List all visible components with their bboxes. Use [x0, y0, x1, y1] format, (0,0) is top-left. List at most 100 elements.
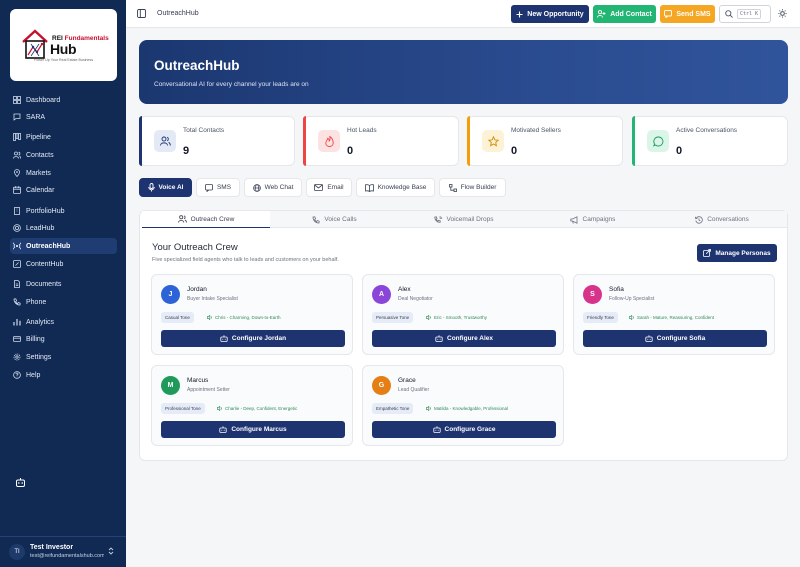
users-icon — [13, 151, 21, 159]
sidebar-item-label: Markets — [26, 169, 51, 177]
manage-personas-button[interactable]: Manage Personas — [697, 244, 777, 262]
sidebar-item-documents[interactable]: Documents — [10, 276, 117, 292]
robot-icon — [220, 335, 228, 342]
external-edit-icon — [703, 249, 712, 257]
configure-marcus-button[interactable]: Configure Marcus — [161, 421, 345, 438]
tab-label: Outreach Crew — [190, 215, 235, 223]
brand-logo[interactable]: REI Fundamentals Hub Power Up Your Real … — [10, 9, 117, 81]
hero-subtitle: Conversational AI for every channel your… — [154, 81, 309, 88]
sidebar-item-leadhub[interactable]: LeadHub — [10, 220, 117, 236]
sidebar-item-sara[interactable]: SARA — [10, 109, 117, 125]
robot-icon — [15, 477, 25, 487]
agent-card-sofia: S Sofia Follow-Up Specialist Friendly To… — [573, 274, 775, 355]
tone-badge: Friendly Tone — [583, 312, 618, 323]
agent-role: Deal Negotiator — [398, 296, 433, 302]
assistant-bot-button[interactable] — [9, 473, 31, 491]
add-contact-button[interactable]: Add Contact — [593, 5, 656, 23]
sidebar-item-analytics[interactable]: Analytics — [10, 314, 117, 330]
stat-motivated-sellers: Motivated Sellers 0 — [467, 116, 623, 166]
channel-email[interactable]: Email — [306, 178, 352, 197]
sidebar-item-billing[interactable]: Billing — [10, 331, 117, 347]
sidebar-item-label: SARA — [26, 113, 46, 121]
sun-icon[interactable] — [778, 9, 787, 18]
stat-accent — [632, 116, 635, 166]
agent-role: Follow-Up Specialist — [609, 296, 655, 302]
sidebar-item-contenthub[interactable]: ContentHub — [10, 256, 117, 272]
channel-label: Email — [327, 184, 344, 191]
channel-web-chat[interactable]: Web Chat — [244, 178, 302, 197]
agent-card-alex: A Alex Deal Negotiator Persuasive Tone E… — [362, 274, 564, 355]
sidebar-item-calendar[interactable]: Calendar — [10, 182, 117, 198]
tab-voicemail-drops[interactable]: Voicemail Drops — [399, 211, 528, 228]
voice-badge: Charlie - Deep, Confident, Energetic — [217, 403, 297, 414]
sidebar-item-phone[interactable]: Phone — [10, 294, 117, 310]
sidebar-item-contacts[interactable]: Contacts — [10, 147, 117, 163]
user-name: Test Investor — [30, 544, 74, 551]
channel-knowledge-base[interactable]: Knowledge Base — [356, 178, 435, 197]
target-icon — [13, 224, 21, 232]
stat-label: Active Conversations — [676, 127, 738, 134]
user-menu[interactable]: TI Test Investor test@reifundamentalshub… — [0, 536, 126, 567]
avatar: TI — [9, 544, 25, 560]
search-icon — [725, 10, 733, 18]
volume-icon — [207, 315, 212, 320]
sidebar-item-markets[interactable]: Markets — [10, 165, 117, 181]
sidebar-item-label: Documents — [26, 280, 62, 288]
send-sms-label: Send SMS — [676, 10, 711, 18]
new-opportunity-button[interactable]: New Opportunity — [511, 5, 589, 23]
configure-jordan-button[interactable]: Configure Jordan — [161, 330, 345, 347]
sidebar-toggle-icon[interactable] — [137, 9, 146, 18]
voicemail-icon — [433, 215, 442, 223]
sidebar-item-help[interactable]: Help — [10, 367, 117, 383]
sidebar-item-settings[interactable]: Settings — [10, 349, 117, 365]
tab-label: Campaigns — [582, 216, 616, 223]
channel-sms[interactable]: SMS — [196, 178, 240, 197]
tab-campaigns[interactable]: Campaigns — [528, 211, 657, 228]
sidebar-item-label: Settings — [26, 353, 52, 361]
channel-flow-builder[interactable]: Flow Builder — [439, 178, 506, 197]
sidebar-item-label: Pipeline — [26, 133, 51, 141]
robot-icon — [219, 426, 227, 433]
sidebar-item-label: LeadHub — [26, 224, 55, 232]
channel-label: Flow Builder — [460, 184, 497, 191]
agent-role: Buyer Intake Specialist — [187, 296, 238, 302]
configure-grace-button[interactable]: Configure Grace — [372, 421, 556, 438]
sidebar-item-dashboard[interactable]: Dashboard — [10, 92, 117, 108]
robot-icon — [432, 426, 441, 433]
crew-subtitle: Five specialized field agents who talk t… — [152, 257, 339, 263]
channel-label: Knowledge Base — [377, 184, 427, 191]
channel-label: Web Chat — [264, 184, 294, 191]
tab-voice-calls[interactable]: Voice Calls — [270, 211, 399, 228]
tab-conversations[interactable]: Conversations — [657, 211, 787, 228]
calendar-icon — [13, 186, 21, 194]
configure-alex-button[interactable]: Configure Alex — [372, 330, 556, 347]
page-title: OutreachHub — [157, 10, 199, 17]
panel-tabs: Outreach Crew Voice Calls Voicemail Drop… — [142, 211, 787, 228]
configure-sofia-button[interactable]: Configure Sofia — [583, 330, 767, 347]
sidebar-item-portfoliohub[interactable]: PortfolioHub — [10, 203, 117, 219]
message-square-icon — [664, 10, 673, 18]
flame-icon — [324, 135, 334, 147]
sidebar-item-outreachhub[interactable]: OutreachHub — [10, 238, 117, 254]
tone-badge: Casual Tone — [161, 312, 194, 323]
search-button[interactable]: Ctrl K — [719, 5, 771, 23]
tab-label: Conversations — [707, 216, 749, 223]
channel-voice-ai[interactable]: Voice AI — [139, 178, 192, 197]
user-plus-icon — [597, 10, 606, 18]
stat-value: 0 — [676, 145, 683, 157]
help-circle-icon — [13, 371, 21, 379]
tab-outreach-crew[interactable]: Outreach Crew — [142, 211, 270, 228]
configure-label: Configure Marcus — [231, 426, 287, 433]
sidebar-item-pipeline[interactable]: Pipeline — [10, 129, 117, 145]
configure-label: Configure Alex — [447, 335, 493, 342]
agent-avatar: J — [161, 285, 180, 304]
star-icon — [487, 135, 499, 147]
agent-role: Appointment Setter — [187, 387, 230, 393]
stat-value: 0 — [347, 145, 354, 157]
send-sms-button[interactable]: Send SMS — [660, 5, 715, 23]
voice-label: Eric - Smooth, Trustworthy — [434, 315, 488, 320]
voice-badge: Matilda - Knowledgable, Professional — [426, 403, 508, 414]
sidebar-item-label: PortfolioHub — [26, 207, 65, 215]
sidebar-item-label: Help — [26, 371, 41, 379]
stat-icon-box — [647, 130, 669, 152]
